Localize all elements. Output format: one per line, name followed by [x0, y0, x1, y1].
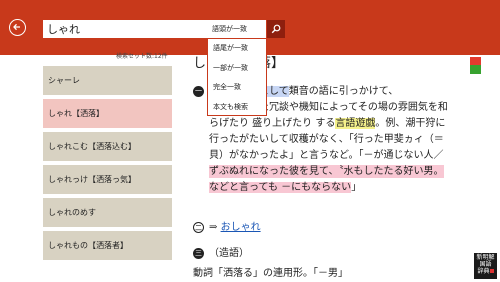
sense-label: （造語） [209, 248, 249, 259]
dictionary-logo: 新明解 国語 辞典 [474, 253, 497, 279]
search-mode-dropdown: 語尾が一致 一部が一致 完全一致 本文も検索 [207, 38, 267, 116]
sense-marker: 二 [193, 222, 204, 233]
search-mode-option[interactable]: 一部が一致 [208, 59, 266, 79]
highlight-yellow: 言語遊戯 [335, 118, 376, 129]
definition-line: 行ったがたいして収穫がなく、「行った甲斐ヵィ（＝ [209, 134, 444, 145]
back-button[interactable] [9, 19, 26, 36]
highlight-pink: ずぶぬれになった彼を見て、〝水もしたたる好い男。 [209, 165, 444, 178]
result-item[interactable]: シャーレ [43, 66, 172, 95]
search-mode-option[interactable]: 完全一致 [208, 78, 266, 98]
result-item[interactable]: しゃれのめす [43, 198, 172, 227]
result-count: 検索セット数:12件 [116, 53, 168, 60]
definition-line: 動詞「洒落る」の連用形。「－男」 [193, 268, 348, 279]
search-mode-option[interactable]: 語尾が一致 [208, 39, 266, 59]
result-item[interactable]: しゃれもの【洒落者】 [43, 231, 172, 260]
search-mode-option[interactable]: 本文も検索 [208, 98, 266, 118]
result-item[interactable]: しゃれこむ【洒落込む】 [43, 132, 172, 161]
scroll-tab-green[interactable] [470, 65, 481, 74]
logo-mark-icon [489, 269, 494, 273]
cross-reference: ⇒ おしゃれ [209, 222, 261, 233]
definition-line: 貝）がなかったよ」と言うなど。「－が通じない人／ [209, 150, 444, 161]
search-button[interactable] [267, 20, 285, 38]
highlight-pink: などと言っても －にもならない [209, 182, 352, 193]
reference-link[interactable]: おしゃれ [221, 222, 261, 233]
result-item-selected[interactable]: しゃれ【洒落】 [43, 99, 172, 128]
back-arrow-icon [13, 23, 20, 31]
search-icon [271, 24, 281, 34]
result-item[interactable]: しゃれっけ【洒落っ気】 [43, 165, 172, 194]
sense-marker: 三 [193, 248, 204, 259]
scroll-tab-red[interactable] [470, 57, 481, 65]
sense-marker: 一 [193, 86, 204, 97]
search-mode-select[interactable]: 語頭が一致 [209, 20, 266, 38]
definition-line: などと言っても －にもならない」 [209, 182, 362, 193]
search-input[interactable] [43, 20, 209, 38]
results-list: シャーレ しゃれ【洒落】 しゃれこむ【洒落込む】 しゃれっけ【洒落っ気】 しゃれ… [43, 66, 172, 264]
definition-line: らげたり 盛り上げたり する言語遊戯。例、潮干狩に [209, 118, 446, 129]
